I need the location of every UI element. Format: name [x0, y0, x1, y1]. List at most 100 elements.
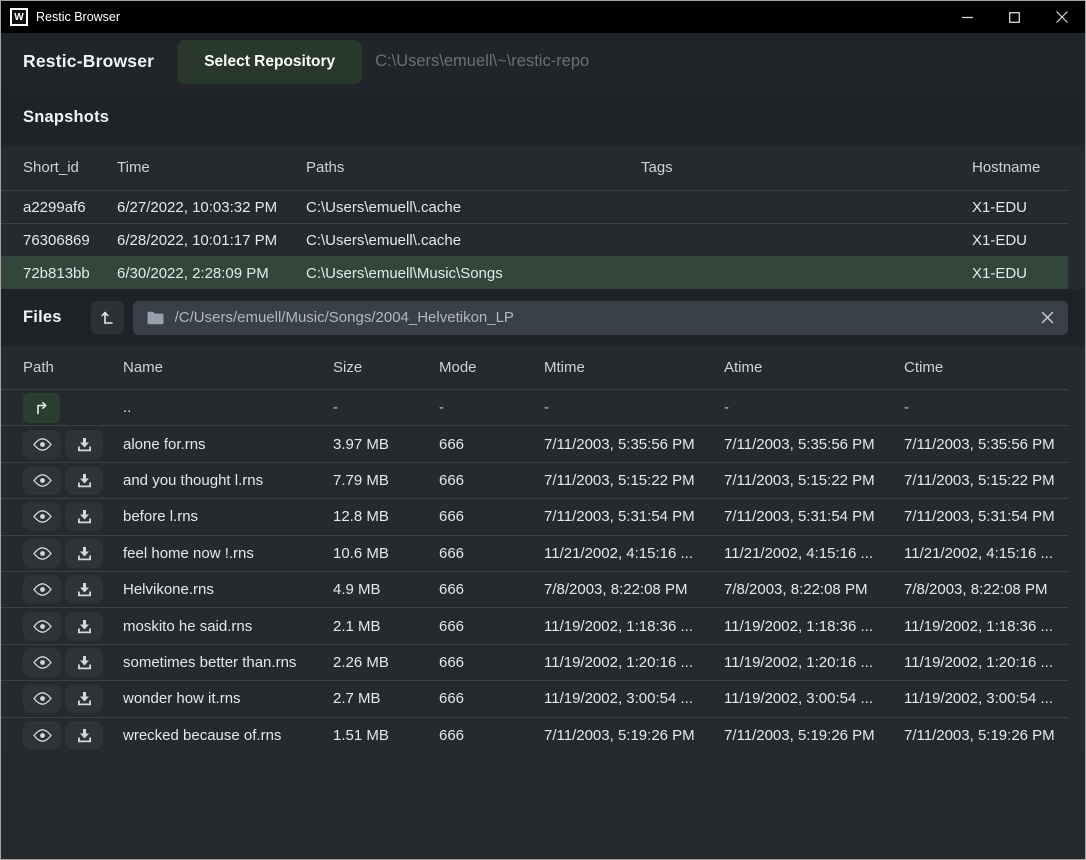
- restore-file-button[interactable]: [65, 575, 103, 604]
- snapshot-row[interactable]: a2299af6 6/27/2022, 10:03:32 PM C:\Users…: [1, 190, 1068, 223]
- parent-directory-icon: [34, 400, 50, 416]
- column-header-ctime: Ctime: [904, 359, 1068, 376]
- file-row[interactable]: and you thought l.rns 7.79 MB 666 7/11/2…: [1, 462, 1068, 498]
- file-mode: 666: [439, 727, 544, 744]
- restore-file-button[interactable]: [65, 466, 103, 495]
- eye-icon: [33, 547, 52, 560]
- parent-directory-row[interactable]: .. - - - - -: [1, 389, 1068, 425]
- file-atime: 7/11/2003, 5:19:26 PM: [724, 727, 904, 744]
- snapshot-row[interactable]: 76306869 6/28/2022, 10:01:17 PM C:\Users…: [1, 223, 1068, 256]
- preview-file-button[interactable]: [23, 430, 61, 459]
- snapshot-row[interactable]: 72b813bb 6/30/2022, 2:28:09 PM C:\Users\…: [1, 256, 1068, 289]
- file-atime: 7/11/2003, 5:15:22 PM: [724, 472, 904, 489]
- snapshot-paths: C:\Users\emuell\Music\Songs: [306, 265, 641, 282]
- file-atime: 7/11/2003, 5:31:54 PM: [724, 508, 904, 525]
- snapshots-rows: a2299af6 6/27/2022, 10:03:32 PM C:\Users…: [1, 190, 1068, 289]
- column-header-name: Name: [123, 359, 333, 376]
- file-row[interactable]: feel home now !.rns 10.6 MB 666 11/21/20…: [1, 535, 1068, 571]
- snapshots-title: Snapshots: [23, 108, 109, 127]
- download-icon: [77, 691, 92, 706]
- preview-file-button[interactable]: [23, 539, 61, 568]
- preview-file-button[interactable]: [23, 684, 61, 713]
- files-section-header: Files /C/Users/emuell/Music/Songs/2004_H…: [1, 289, 1085, 346]
- preview-file-button[interactable]: [23, 612, 61, 641]
- snapshot-short-id: 72b813bb: [23, 265, 117, 282]
- file-ctime: 7/11/2003, 5:19:26 PM: [904, 727, 1068, 744]
- eye-icon: [33, 729, 52, 742]
- file-name: alone for.rns: [123, 436, 333, 453]
- minimize-icon: [962, 12, 973, 23]
- download-icon: [77, 619, 92, 634]
- column-header-paths: Paths: [306, 159, 641, 176]
- preview-file-button[interactable]: [23, 575, 61, 604]
- window-title: Restic Browser: [36, 10, 120, 24]
- file-ctime: 11/19/2002, 1:20:16 ...: [904, 654, 1068, 671]
- select-repository-button[interactable]: Select Repository: [177, 40, 362, 84]
- file-ctime: -: [904, 399, 1068, 416]
- maximize-button[interactable]: [991, 1, 1038, 33]
- file-ctime: 7/8/2003, 8:22:08 PM: [904, 581, 1068, 598]
- file-size: -: [333, 399, 439, 416]
- eye-icon: [33, 692, 52, 705]
- restore-file-button[interactable]: [65, 684, 103, 713]
- preview-file-button[interactable]: [23, 721, 61, 750]
- file-name: moskito he said.rns: [123, 618, 333, 635]
- restore-file-button[interactable]: [65, 430, 103, 459]
- preview-file-button[interactable]: [23, 502, 61, 531]
- column-header-path: Path: [23, 359, 123, 376]
- set-root-path-button[interactable]: [91, 301, 124, 334]
- file-name: ..: [123, 399, 333, 416]
- clear-path-button[interactable]: [1041, 311, 1054, 324]
- file-mode: 666: [439, 508, 544, 525]
- wails-logo-icon: W: [10, 8, 28, 26]
- eye-icon: [33, 474, 52, 487]
- current-path-bar[interactable]: /C/Users/emuell/Music/Songs/2004_Helveti…: [133, 301, 1068, 335]
- file-mode: 666: [439, 545, 544, 562]
- file-row[interactable]: alone for.rns 3.97 MB 666 7/11/2003, 5:3…: [1, 425, 1068, 461]
- restore-file-button[interactable]: [65, 721, 103, 750]
- file-name: sometimes better than.rns: [123, 654, 333, 671]
- file-row[interactable]: sometimes better than.rns 2.26 MB 666 11…: [1, 644, 1068, 680]
- file-name: before l.rns: [123, 508, 333, 525]
- file-size: 2.7 MB: [333, 690, 439, 707]
- file-mode: 666: [439, 618, 544, 635]
- snapshots-table: Short_id Time Paths Tags Hostname a2299a…: [1, 145, 1085, 289]
- file-mtime: 7/11/2003, 5:35:56 PM: [544, 436, 724, 453]
- download-icon: [77, 546, 92, 561]
- file-name: Helvikone.rns: [123, 581, 333, 598]
- file-name: and you thought l.rns: [123, 472, 333, 489]
- close-icon: [1056, 11, 1068, 23]
- file-mtime: 11/21/2002, 4:15:16 ...: [544, 545, 724, 562]
- minimize-button[interactable]: [944, 1, 991, 33]
- eye-icon: [33, 583, 52, 596]
- go-to-parent-button[interactable]: [23, 393, 60, 423]
- file-row[interactable]: Helvikone.rns 4.9 MB 666 7/8/2003, 8:22:…: [1, 571, 1068, 607]
- current-path-text: /C/Users/emuell/Music/Songs/2004_Helveti…: [175, 309, 514, 326]
- column-header-hostname: Hostname: [972, 159, 1068, 176]
- eye-icon: [33, 510, 52, 523]
- column-header-time: Time: [117, 159, 306, 176]
- restore-file-button[interactable]: [65, 502, 103, 531]
- download-icon: [77, 473, 92, 488]
- file-mode: 666: [439, 690, 544, 707]
- file-atime: 11/19/2002, 1:18:36 ...: [724, 618, 904, 635]
- snapshot-paths: C:\Users\emuell\.cache: [306, 232, 641, 249]
- file-row[interactable]: before l.rns 12.8 MB 666 7/11/2003, 5:31…: [1, 498, 1068, 534]
- content-filler: [1, 753, 1085, 859]
- file-mtime: 7/11/2003, 5:19:26 PM: [544, 727, 724, 744]
- restore-file-button[interactable]: [65, 612, 103, 641]
- column-header-mode: Mode: [439, 359, 544, 376]
- eye-icon: [33, 656, 52, 669]
- restore-file-button[interactable]: [65, 648, 103, 677]
- eye-icon: [33, 438, 52, 451]
- file-row[interactable]: moskito he said.rns 2.1 MB 666 11/19/200…: [1, 607, 1068, 643]
- preview-file-button[interactable]: [23, 648, 61, 677]
- preview-file-button[interactable]: [23, 466, 61, 495]
- restore-file-button[interactable]: [65, 539, 103, 568]
- maximize-icon: [1009, 12, 1020, 23]
- file-row[interactable]: wonder how it.rns 2.7 MB 666 11/19/2002,…: [1, 680, 1068, 716]
- download-icon: [77, 582, 92, 597]
- file-row[interactable]: wrecked because of.rns 1.51 MB 666 7/11/…: [1, 717, 1068, 753]
- close-button[interactable]: [1038, 1, 1085, 33]
- file-mtime: 7/8/2003, 8:22:08 PM: [544, 581, 724, 598]
